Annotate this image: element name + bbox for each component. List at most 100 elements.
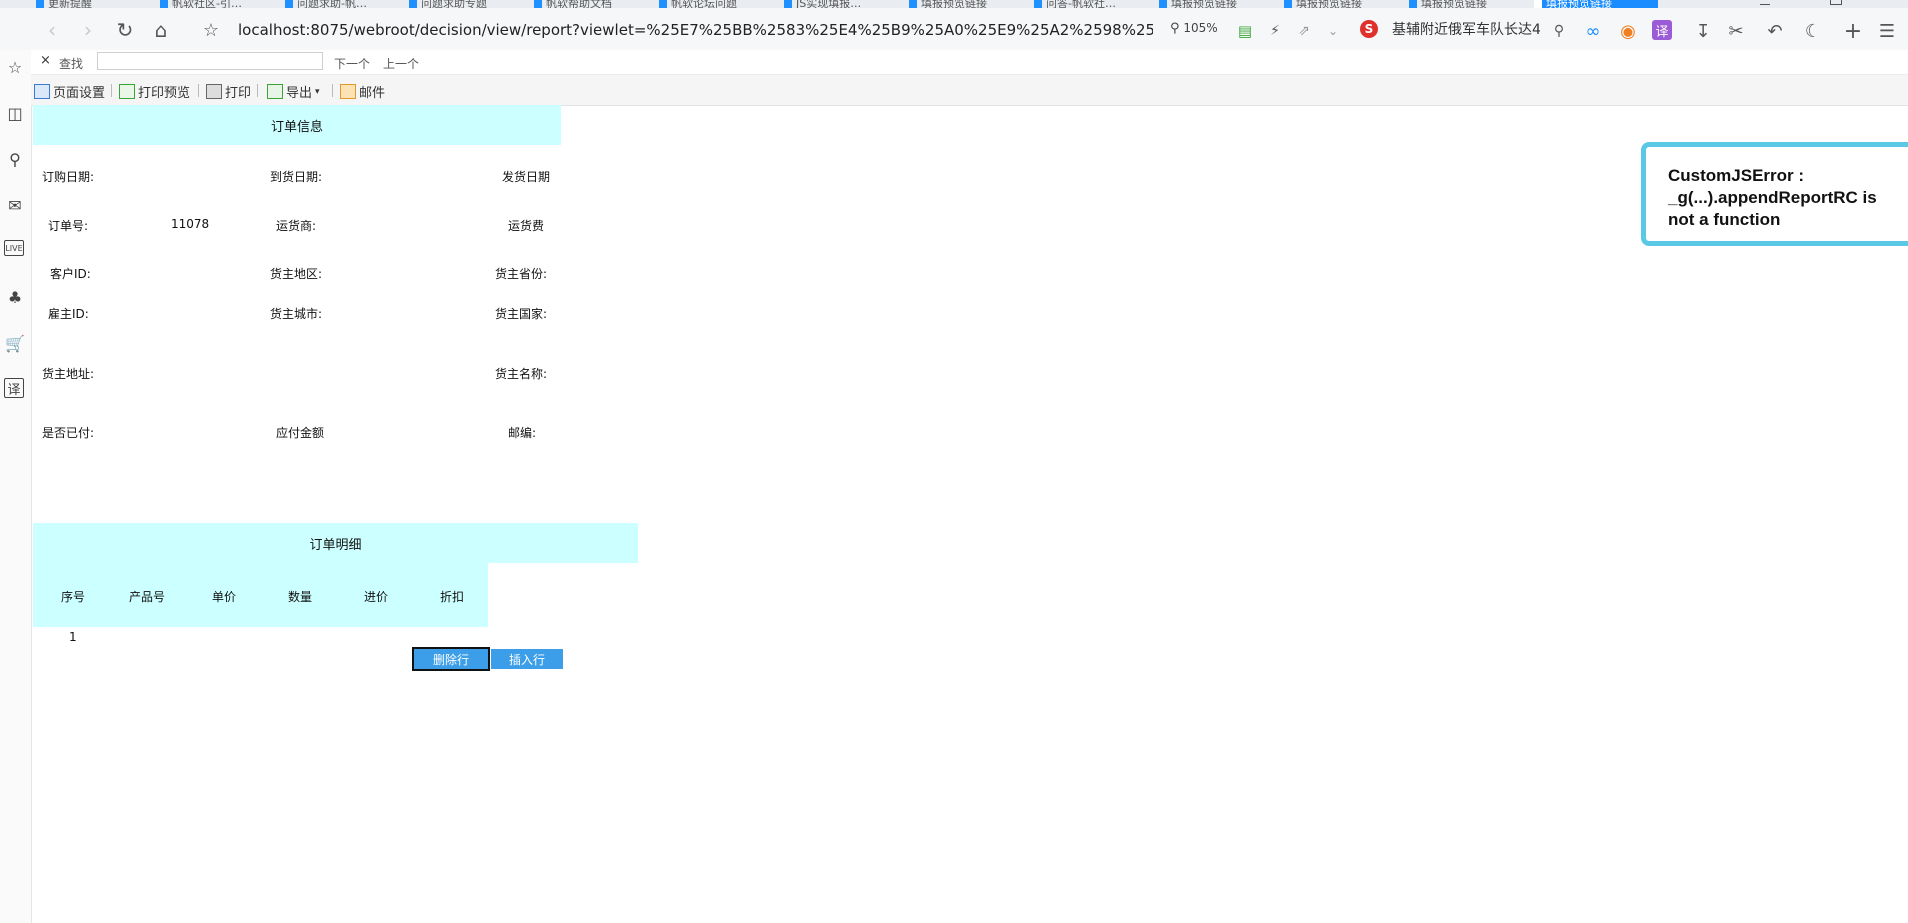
search-icon[interactable]: ⚲ [4, 148, 26, 170]
order-info-header: 订单信息 [33, 105, 561, 145]
screenshot-scissors-icon[interactable]: ✂ [1725, 20, 1747, 42]
back-icon[interactable]: ‹ [40, 18, 64, 42]
toolbar-divider [111, 84, 112, 97]
reading-book-icon[interactable]: ◫ [4, 102, 26, 124]
refresh-icon[interactable]: ↻ [113, 18, 137, 42]
page-setup-button[interactable]: 页面设置 [34, 82, 105, 101]
toolbar-divider [198, 84, 199, 97]
ship-country-label: 货主国家: [495, 307, 548, 321]
tab[interactable]: 更新提醒 [36, 0, 154, 8]
tab[interactable]: 问答-帆软社… [1034, 0, 1152, 8]
find-prev-button[interactable]: 上一个 [383, 55, 419, 72]
tab[interactable]: 填报预览链接 [909, 0, 1027, 8]
toolbar-divider [332, 84, 333, 97]
ship-name-label: 货主名称: [495, 367, 548, 381]
share-icon[interactable]: ⇗ [1293, 20, 1315, 42]
night-mode-icon[interactable]: ☾ [1802, 20, 1824, 42]
table-row-seq[interactable]: 1 [69, 630, 77, 644]
page-setup-icon [34, 84, 50, 99]
export-icon [267, 84, 283, 99]
email-button[interactable]: 邮件 [340, 82, 385, 101]
order-no-label: 订单号: [48, 219, 89, 233]
arrival-date-label: 到货日期: [270, 170, 323, 184]
tab-favicon-icon [1284, 0, 1292, 8]
translate-icon[interactable]: 译 [1652, 20, 1672, 40]
shopping-cart-icon[interactable]: 🛒 [4, 332, 26, 354]
ship-province-label: 货主省份: [495, 267, 548, 281]
extension-infinity-icon[interactable]: ∞ [1582, 20, 1604, 42]
tab-favicon-icon [534, 0, 542, 8]
find-input[interactable] [97, 52, 323, 70]
export-button[interactable]: 导出 ▾ [267, 82, 320, 101]
menu-icon[interactable]: ☰ [1876, 20, 1898, 42]
tab-favicon-icon [909, 0, 917, 8]
zoom-icon: ⚲ [1170, 21, 1180, 36]
paid-label: 是否已付: [42, 426, 95, 440]
tab-strip: 更新提醒 帆软社区-引… 问题求助-帆… 问题求助专题 帆软帮助文档 帆软论坛问… [0, 0, 1908, 8]
chevron-down-icon[interactable]: ⌄ [1322, 20, 1344, 42]
print-button[interactable]: 打印 [206, 82, 251, 101]
search-icon[interactable]: ⚲ [1548, 20, 1570, 42]
print-preview-button[interactable]: 打印预览 [119, 82, 190, 101]
column-header: 序号 [61, 590, 86, 604]
column-header: 折扣 [440, 590, 465, 604]
dropdown-arrow-icon: ▾ [315, 86, 320, 97]
live-icon[interactable]: LIVE [4, 240, 24, 256]
search-suggestion[interactable]: 基辅附近俄军车队长达40英 [1392, 19, 1540, 41]
report-toolbar: 页面设置 打印预览 打印 导出 ▾ 邮件 [31, 75, 1908, 106]
customer-id-label: 客户ID: [50, 267, 91, 281]
zoom-indicator[interactable]: ⚲ 105% [1170, 21, 1218, 36]
tab[interactable]: 帆软社区-引… [160, 0, 278, 8]
detail-column-header-row: 序号 产品号 单价 数量 进价 折扣 [33, 563, 488, 627]
tab[interactable]: JS实现填报… [784, 0, 902, 8]
new-tab-plus-icon[interactable]: + [1842, 19, 1864, 44]
tab-favicon-icon [36, 0, 44, 8]
postcode-label: 邮编: [508, 426, 537, 440]
tab[interactable]: 填报预览链接 [1284, 0, 1402, 8]
download-icon[interactable]: ↧ [1692, 20, 1714, 42]
tab-favicon-icon [1034, 0, 1042, 8]
find-next-button[interactable]: 下一个 [334, 55, 370, 72]
printer-icon [206, 84, 222, 99]
home-icon[interactable]: ⌂ [149, 18, 173, 42]
amount-due-label: 应付金额 [276, 426, 325, 440]
undo-icon[interactable]: ↶ [1764, 20, 1786, 42]
ship-date-label: 发货日期 [502, 170, 551, 184]
tab[interactable]: 问题求助-帆… [285, 0, 403, 8]
maximize-icon[interactable] [1830, 0, 1842, 5]
forward-icon[interactable]: › [76, 18, 100, 42]
games-icon[interactable]: ♣ [4, 286, 26, 308]
chat-bubble-icon[interactable]: ✉ [4, 194, 26, 216]
search-engine-icon[interactable]: S [1360, 20, 1378, 38]
navigation-bar: ‹ › ↻ ⌂ ☆ localhost:8075/webroot/decisio… [0, 8, 1908, 51]
error-popup[interactable]: CustomJSError : _g(...).appendReportRC i… [1641, 142, 1908, 246]
tab-favicon-icon [160, 0, 168, 8]
envelope-icon [340, 84, 356, 99]
tab[interactable]: 填报预览链接 [1409, 0, 1527, 8]
delete-row-button[interactable]: 删除行 [412, 647, 490, 671]
tab[interactable]: 填报预览链接 [1159, 0, 1277, 8]
translate-icon[interactable]: 译 [4, 378, 24, 398]
ship-address-label: 货主地址: [42, 367, 95, 381]
favorites-star-icon[interactable]: ☆ [4, 56, 26, 78]
reader-mode-icon[interactable]: ▤ [1234, 20, 1256, 42]
tab[interactable]: 帆软帮助文档 [534, 0, 652, 8]
ship-city-label: 货主城市: [270, 307, 323, 321]
lightning-icon[interactable]: ⚡ [1264, 20, 1286, 42]
insert-row-button[interactable]: 插入行 [491, 649, 563, 669]
minimize-icon[interactable] [1760, 0, 1770, 5]
tab-active[interactable]: 填报预览链接 [1534, 0, 1658, 8]
tab[interactable]: 问题求助专题 [409, 0, 527, 8]
employee-id-label: 雇主ID: [48, 307, 89, 321]
carrier-label: 运货商: [276, 219, 317, 233]
game-controller-icon[interactable]: ◉ [1617, 20, 1639, 42]
freight-label: 运货费 [508, 219, 545, 233]
tab-favicon-icon [409, 0, 417, 8]
column-header: 单价 [212, 590, 237, 604]
address-bar[interactable]: localhost:8075/webroot/decision/view/rep… [238, 19, 1153, 41]
order-no-value[interactable]: 11078 [171, 217, 209, 231]
bookmark-star-icon[interactable]: ☆ [199, 18, 223, 42]
print-preview-icon [119, 84, 135, 99]
close-icon[interactable]: × [40, 53, 51, 68]
tab[interactable]: 帆软论坛问题 [659, 0, 777, 8]
